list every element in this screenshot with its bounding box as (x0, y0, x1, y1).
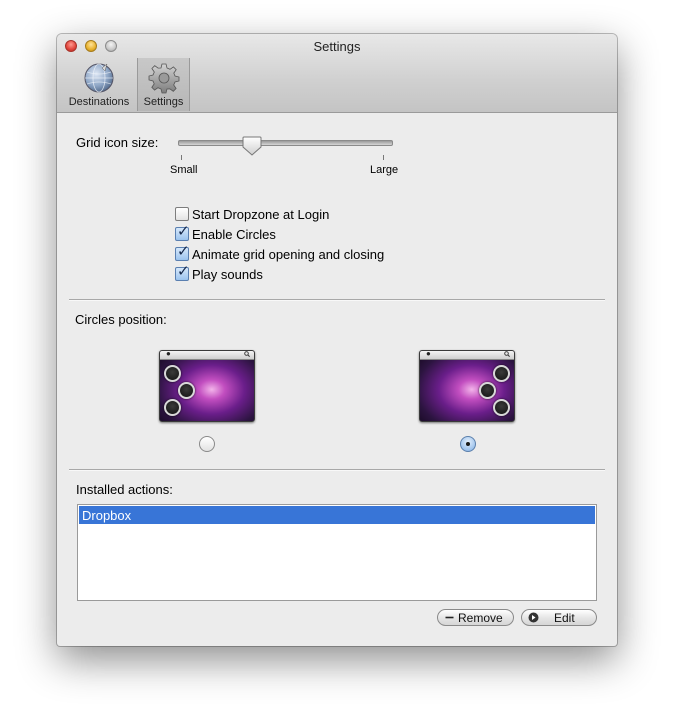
globe-icon (84, 63, 114, 93)
circles-right-radio[interactable] (460, 436, 476, 452)
radio-dot (466, 442, 470, 446)
slider-tick-large (383, 155, 384, 160)
start-at-login-label: Start Dropzone at Login (192, 207, 330, 222)
slider-min-label: Small (170, 164, 198, 176)
slider-tick-small (181, 155, 182, 160)
spotlight-icon (504, 351, 510, 357)
minus-icon (445, 616, 454, 619)
window-title: Settings (313, 39, 361, 54)
gear-icon (148, 63, 179, 94)
installed-actions-list[interactable]: Dropbox (77, 504, 597, 601)
play-sounds-checkbox[interactable]: ✓ (175, 263, 190, 281)
toolbar: Settings Destinations Settings (57, 34, 617, 113)
circle-button (164, 365, 181, 382)
apple-icon: ● (426, 350, 431, 358)
menubar (420, 351, 514, 360)
tab-destinations[interactable]: Destinations (64, 58, 134, 111)
remove-button[interactable]: Remove (437, 609, 514, 626)
circle-button (493, 365, 510, 382)
tab-settings-label: Settings (143, 96, 184, 108)
edit-button[interactable]: Edit (521, 609, 597, 626)
list-item[interactable]: Dropbox (79, 506, 595, 524)
grid-size-slider-track[interactable] (178, 140, 393, 146)
apple-icon: ● (166, 350, 171, 358)
spotlight-icon (244, 351, 250, 357)
checkmark-icon: ✓ (177, 263, 190, 280)
list-item-label: Dropbox (82, 508, 132, 523)
animate-grid-checkbox[interactable]: ✓ (175, 243, 190, 261)
enable-circles-checkbox[interactable]: ✓ (175, 223, 190, 241)
grid-icon-size-label: Grid icon size: (76, 135, 159, 150)
edit-button-label: Edit (554, 611, 575, 625)
circles-position-label: Circles position: (75, 312, 167, 327)
checkmark-icon: ✓ (177, 223, 190, 240)
circle-button (164, 399, 181, 416)
settings-window: Settings Destinations Settings Grid icon… (57, 34, 617, 646)
circles-right-preview[interactable]: ● (419, 350, 515, 422)
circle-button (178, 382, 195, 399)
grid-size-slider-thumb[interactable] (241, 135, 263, 157)
edit-arrow-icon (528, 612, 539, 623)
slider-max-label: Large (370, 164, 399, 176)
remove-button-label: Remove (458, 611, 503, 625)
start-at-login-checkbox[interactable] (175, 207, 189, 221)
enable-circles-label: Enable Circles (192, 227, 276, 242)
circle-button (479, 382, 496, 399)
checkmark-icon: ✓ (177, 243, 190, 260)
animate-grid-label: Animate grid opening and closing (192, 247, 385, 262)
circles-left-radio[interactable] (199, 436, 215, 452)
tab-settings[interactable]: Settings (137, 58, 190, 111)
menubar (160, 351, 254, 360)
circles-left-preview[interactable]: ● (159, 350, 255, 422)
installed-actions-label: Installed actions: (76, 482, 173, 497)
separator (69, 469, 605, 471)
separator (69, 299, 605, 301)
play-sounds-label: Play sounds (192, 267, 263, 282)
circle-button (493, 399, 510, 416)
tab-destinations-label: Destinations (68, 96, 130, 108)
